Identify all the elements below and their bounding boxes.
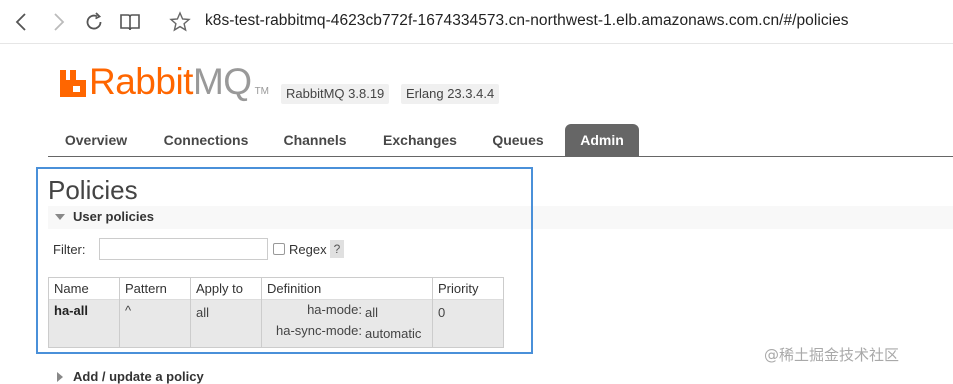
logo-wordmark: RabbitMQ TM bbox=[89, 62, 269, 112]
annotation-highlight-box bbox=[36, 167, 533, 354]
reload-icon[interactable] bbox=[82, 10, 106, 34]
rabbitmq-version-badge: RabbitMQ 3.8.19 bbox=[281, 84, 390, 104]
erlang-version-badge: Erlang 23.3.4.4 bbox=[401, 84, 500, 104]
forward-icon[interactable] bbox=[46, 10, 70, 34]
tab-exchanges[interactable]: Exchanges bbox=[370, 124, 470, 156]
reading-view-icon[interactable] bbox=[118, 10, 142, 34]
address-bar[interactable]: k8s-test-rabbitmq-4623cb772f-1674334573.… bbox=[205, 12, 849, 30]
add-policy-title: Add / update a policy bbox=[73, 369, 204, 384]
favorite-star-icon[interactable] bbox=[168, 10, 192, 34]
back-icon[interactable] bbox=[10, 10, 34, 34]
main-nav-tabs: Overview Connections Channels Exchanges … bbox=[48, 124, 953, 157]
browser-toolbar: k8s-test-rabbitmq-4623cb772f-1674334573.… bbox=[0, 0, 953, 44]
add-policy-section-header[interactable]: Add / update a policy bbox=[48, 368, 548, 384]
logo-trademark: TM bbox=[254, 86, 270, 97]
rabbit-logo-icon bbox=[60, 70, 86, 97]
tab-overview[interactable]: Overview bbox=[48, 124, 144, 156]
watermark: @稀土掘金技术社区 bbox=[764, 346, 900, 364]
logo-mq-text: MQ bbox=[192, 61, 252, 102]
tab-channels[interactable]: Channels bbox=[270, 124, 360, 156]
logo-rabbit-text: Rabbit bbox=[89, 61, 193, 102]
tab-queues[interactable]: Queues bbox=[480, 124, 556, 156]
rabbitmq-logo[interactable]: RabbitMQ TM bbox=[60, 62, 270, 104]
tab-admin[interactable]: Admin bbox=[565, 124, 639, 156]
expand-arrow-icon bbox=[57, 372, 63, 382]
tab-connections[interactable]: Connections bbox=[152, 124, 260, 156]
